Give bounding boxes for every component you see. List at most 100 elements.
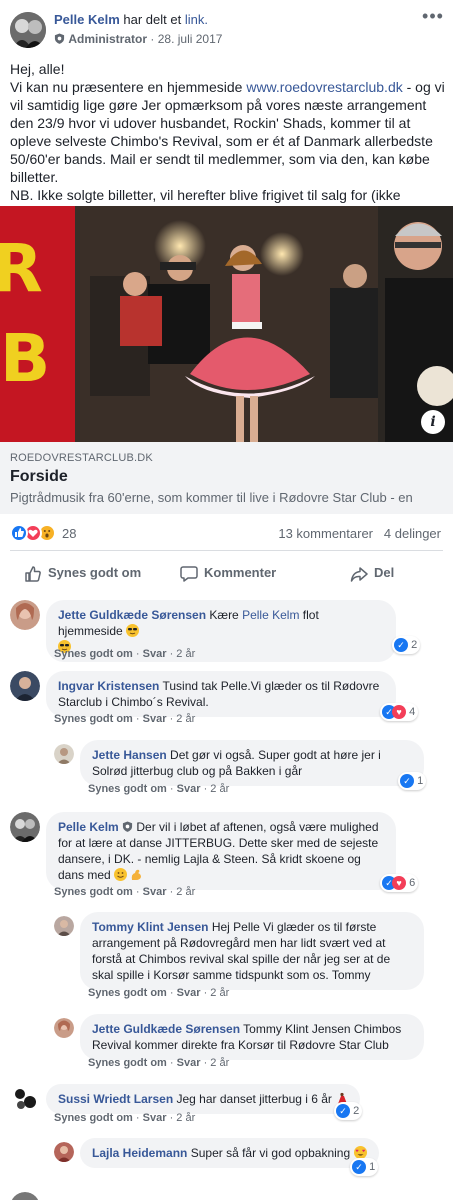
love-reaction-icon: ♥ [392, 876, 406, 890]
comment-reactions[interactable]: ✓ ♥ 6 [380, 874, 419, 892]
comment-like-link[interactable]: Synes godt om [54, 1112, 133, 1124]
comment-age[interactable]: 2 år [176, 886, 195, 898]
comment-reply: Jette Guldkæde Sørensen Tommy Klint Jens… [54, 1014, 445, 1078]
comment-button[interactable]: Kommenter [180, 551, 276, 595]
thumbs-up-icon [25, 565, 41, 582]
link-domain: ROEDOVRESTARCLUB.DK [10, 452, 153, 464]
comment-button-label: Kommenter [204, 565, 277, 580]
link-title: Forside [10, 468, 68, 485]
share-count[interactable]: 4 delinger [384, 526, 441, 541]
commenter-avatar[interactable] [54, 916, 74, 936]
commenter-avatar[interactable] [54, 1142, 74, 1162]
comment-bubble: Tommy Klint Jensen Hej Pelle Vi glæder o… [80, 912, 424, 990]
comment-author[interactable]: Lajla Heidemann [92, 1146, 187, 1160]
comment-like-link[interactable]: Synes godt om [88, 783, 167, 795]
post-date[interactable]: 28. juli 2017 [158, 32, 223, 46]
comment-like-link[interactable]: Synes godt om [88, 987, 167, 999]
commenter-avatar[interactable] [10, 671, 40, 701]
commenter-avatar[interactable] [10, 1192, 40, 1200]
like-button-label: Synes godt om [48, 565, 142, 580]
commenter-avatar[interactable] [10, 1084, 40, 1114]
more-options-button[interactable]: ••• [421, 6, 445, 30]
comment-like-link[interactable]: Synes godt om [54, 886, 133, 898]
comments-section: Jette Guldkæde Sørensen Kære Pelle Kelm … [0, 596, 453, 1200]
comment-age[interactable]: 2 år [210, 987, 229, 999]
comment-reply: Jette Hansen Det gør vi også. Super godt… [54, 740, 445, 800]
comment-reply-link[interactable]: Svar [143, 886, 167, 898]
comment: Ingvar Kristensen Tusind tak Pelle.Vi gl… [10, 671, 445, 731]
shared-link-word[interactable]: link. [185, 12, 208, 27]
like-reaction-icon [10, 524, 28, 542]
author-avatar[interactable] [10, 12, 46, 48]
role-label: Administrator [68, 32, 148, 46]
speech-bubble-icon [180, 565, 198, 582]
shared-text: har delt et [123, 12, 182, 27]
comment-count[interactable]: 13 kommentarer [278, 526, 373, 541]
comment-bubble: Pelle Kelm Der vil i løbet af aftenen, o… [46, 812, 396, 890]
flexed-biceps-emoji-icon [130, 868, 143, 881]
post-text: Hej, alle! Vi kan nu præsentere en hjemm… [10, 60, 446, 222]
comment-reply-link[interactable]: Svar [177, 783, 201, 795]
like-reaction-icon: ✓ [336, 1104, 350, 1118]
comment-age[interactable]: 2 år [210, 783, 229, 795]
share-arrow-icon [350, 566, 368, 582]
comment-actions: Synes godt om · Svar · 2 år [54, 1112, 196, 1124]
comment-reply-link[interactable]: Svar [177, 1057, 201, 1069]
comment-reply-link[interactable]: Svar [177, 987, 201, 999]
comment-age[interactable]: 2 år [176, 713, 195, 725]
like-reaction-icon: ✓ [352, 1160, 366, 1174]
comment-age[interactable]: 2 år [210, 1057, 229, 1069]
post-meta: Administrator · 28. juli 2017 [54, 32, 222, 46]
comment-reply-link[interactable]: Svar [143, 713, 167, 725]
comment-bubble: Lajla Heidemann Super så får vi god opba… [80, 1138, 379, 1168]
comment: Jette Guldkæde Sørensen Kære Pelle Kelm … [10, 600, 445, 664]
comment-reply-link[interactable]: Svar [143, 648, 167, 660]
comment-actions: Synes godt om · Svar · 2 år [54, 886, 196, 898]
share-button[interactable]: Del [350, 551, 394, 595]
comment-reactions[interactable]: ✓ ♥ 4 [380, 703, 419, 721]
comment-author[interactable]: Ingvar Kristensen [58, 679, 159, 693]
admin-shield-icon [122, 821, 133, 832]
comment-reactions[interactable]: ✓ 1 [398, 772, 427, 790]
post-paragraph-1: Vi kan nu præsentere en hjemmeside www.r… [10, 79, 445, 185]
comment-age[interactable]: 2 år [176, 1112, 195, 1124]
love-reaction-icon: ♥ [392, 705, 406, 719]
comment-author[interactable]: Tommy Klint Jensen [92, 920, 208, 934]
post-greeting: Hej, alle! [10, 61, 65, 77]
commenter-avatar[interactable] [10, 600, 40, 630]
like-reaction-icon: ✓ [400, 774, 414, 788]
site-link[interactable]: www.roedovrestarclub.dk [246, 79, 402, 95]
comment-bubble: Sussi Wriedt Larsen Jeg har danset jitte… [46, 1084, 361, 1114]
info-icon[interactable]: i [421, 410, 445, 434]
comment-age[interactable]: 2 år [176, 648, 195, 660]
post-action-bar: Synes godt om Kommenter Del [10, 550, 443, 594]
like-button[interactable]: Synes godt om [24, 551, 141, 595]
svg-text:R: R [0, 230, 43, 307]
link-preview-image[interactable]: R B i [0, 206, 453, 442]
commenter-avatar[interactable] [10, 812, 40, 842]
comment-author[interactable]: Pelle Kelm [58, 820, 119, 834]
commenter-avatar[interactable] [54, 744, 74, 764]
comment-author[interactable]: Jette Hansen [92, 748, 167, 762]
comment-like-link[interactable]: Synes godt om [88, 1057, 167, 1069]
comment-like-link[interactable]: Synes godt om [54, 648, 133, 660]
comment-mention[interactable]: Pelle Kelm [242, 608, 299, 622]
author-name[interactable]: Pelle Kelm [54, 12, 120, 27]
comment-author[interactable]: Jette Guldkæde Sørensen [92, 1022, 240, 1036]
comment-share-counts: 13 kommentarer 4 delinger [278, 526, 441, 541]
comment: Pelle Kelm Der vil i løbet af aftenen, o… [10, 812, 445, 902]
post-stats: 28 13 kommentarer 4 delinger [0, 518, 453, 548]
comment-reactions[interactable]: ✓ 2 [334, 1102, 363, 1120]
cool-sunglasses-emoji-icon [126, 624, 140, 637]
comment-like-link[interactable]: Synes godt om [54, 713, 133, 725]
comment-author[interactable]: Sussi Wriedt Larsen [58, 1092, 173, 1106]
commenter-avatar[interactable] [54, 1018, 74, 1038]
comment-author[interactable]: Jette Guldkæde Sørensen [58, 608, 206, 622]
comment-reactions[interactable]: ✓ 2 [392, 636, 421, 654]
reaction-count[interactable]: 28 [62, 526, 76, 541]
link-description: Pigtrådmusik fra 60'erne, som kommer til… [10, 490, 413, 505]
comment-reactions[interactable]: ✓ 1 [350, 1158, 379, 1176]
link-preview-card[interactable]: ROEDOVRESTARCLUB.DK Forside Pigtrådmusik… [0, 442, 453, 514]
comment-reply-link[interactable]: Svar [143, 1112, 167, 1124]
comment: Sussi Wriedt Larsen Jeg har danset jitte… [10, 1084, 445, 1128]
